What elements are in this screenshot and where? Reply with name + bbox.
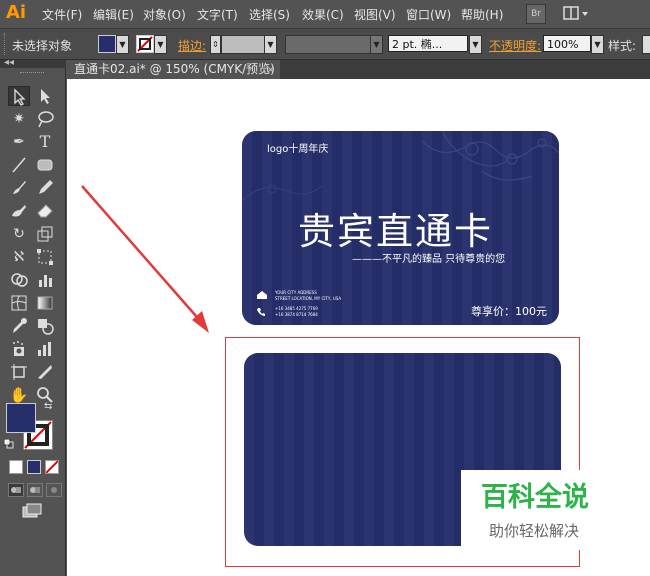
selection-status: 未选择对象 bbox=[12, 39, 73, 53]
close-tab-icon[interactable]: × bbox=[266, 60, 280, 79]
symbol-sprayer-tool[interactable] bbox=[8, 339, 30, 359]
shape-builder-tool[interactable] bbox=[8, 270, 30, 290]
screen-mode-icon bbox=[22, 503, 42, 518]
opacity-label[interactable]: 不透明度: bbox=[489, 37, 541, 54]
document-tab[interactable]: 直通卡02.ai* @ 150% (CMYK/预览) bbox=[66, 60, 280, 79]
annotation-arrow bbox=[81, 185, 209, 333]
variable-width-profile[interactable] bbox=[285, 35, 371, 54]
card-logo-text: logo十周年庆 bbox=[267, 144, 329, 155]
none-mode-button[interactable] bbox=[45, 460, 59, 474]
magic-wand-tool[interactable]: ✷ bbox=[8, 109, 30, 129]
floral-ornament bbox=[421, 131, 559, 181]
menu-bar: Ai 文件(F) 编辑(E) 对象(O) 文字(T) 选择(S) 效果(C) 视… bbox=[0, 0, 650, 29]
color-mode-button[interactable] bbox=[9, 460, 23, 474]
column-graph-tool[interactable] bbox=[34, 339, 56, 359]
fill-dropdown-arrow[interactable]: ▼ bbox=[116, 35, 129, 54]
address-line-1: YOUR CITY ADDRESS bbox=[275, 290, 317, 295]
menu-effect[interactable]: 效果(C) bbox=[302, 6, 344, 23]
lasso-tool[interactable] bbox=[34, 109, 56, 129]
artboard-canvas[interactable]: logo十周年庆 贵宾直通卡 ———不平凡的臻品 只待尊贵的您 YOUR CIT… bbox=[67, 79, 650, 576]
card-title: 贵宾直通卡 bbox=[298, 210, 493, 253]
opacity-field[interactable]: 100% bbox=[543, 35, 591, 52]
fill-color-front[interactable] bbox=[6, 403, 36, 433]
type-tool[interactable]: T bbox=[34, 132, 56, 152]
stroke-swatch[interactable] bbox=[136, 35, 154, 53]
brush-definition-field[interactable]: 2 pt. 椭... bbox=[388, 35, 468, 52]
none-stroke-icon bbox=[137, 36, 153, 52]
mesh-tool[interactable] bbox=[8, 293, 30, 313]
rotate-tool[interactable]: ↻ bbox=[8, 224, 30, 244]
blob-brush-tool[interactable] bbox=[8, 201, 30, 221]
selection-tool[interactable] bbox=[8, 86, 30, 106]
collapse-icon[interactable]: ◂◂ bbox=[4, 57, 14, 68]
bridge-button[interactable]: Br bbox=[526, 4, 546, 24]
scale-tool[interactable] bbox=[34, 224, 56, 244]
draw-inside-icon bbox=[51, 487, 57, 493]
line-tool[interactable] bbox=[8, 155, 30, 175]
menu-edit[interactable]: 编辑(E) bbox=[93, 6, 134, 23]
card-slogan: ———不平凡的臻品 只待尊贵的您 bbox=[352, 254, 506, 265]
draw-inside-button[interactable] bbox=[46, 483, 62, 497]
fill-swatch[interactable] bbox=[98, 35, 116, 53]
draw-behind-button[interactable] bbox=[27, 483, 43, 497]
slice-tool[interactable] bbox=[34, 362, 56, 382]
control-bar: 未选择对象 ▼ ▼ 描边: ⇕ ▼ ▼ 2 pt. 椭... ▼ 不透明度: 1… bbox=[0, 29, 650, 60]
tools-panel-header[interactable]: ◂◂ bbox=[0, 57, 66, 68]
stroke-weight-dropdown[interactable]: ▼ bbox=[264, 35, 277, 54]
rectangle-tool[interactable] bbox=[34, 155, 56, 175]
stroke-weight-field[interactable] bbox=[221, 35, 265, 54]
style-swatch[interactable] bbox=[642, 35, 650, 54]
swap-fill-stroke-icon[interactable]: ⇆ bbox=[44, 401, 52, 412]
app-logo: Ai bbox=[6, 2, 27, 23]
width-tool[interactable]: ℵ bbox=[8, 247, 30, 267]
hand-tool[interactable]: ✋ bbox=[8, 385, 30, 405]
draw-normal-icon bbox=[11, 487, 21, 493]
blend-tool[interactable] bbox=[34, 316, 56, 336]
menu-type[interactable]: 文字(T) bbox=[197, 6, 238, 23]
screen-mode-button[interactable] bbox=[22, 503, 42, 519]
card-front[interactable]: logo十周年庆 贵宾直通卡 ———不平凡的臻品 只待尊贵的您 YOUR CIT… bbox=[242, 131, 559, 325]
watermark: 百科全说 助你轻松解决 bbox=[461, 470, 639, 550]
default-fill-stroke-icon[interactable] bbox=[3, 438, 14, 449]
eyedropper-tool[interactable] bbox=[8, 316, 30, 336]
graph-tool[interactable] bbox=[34, 270, 56, 290]
menu-object[interactable]: 对象(O) bbox=[143, 6, 186, 23]
paintbrush-tool[interactable] bbox=[8, 178, 30, 198]
stroke-weight-stepper[interactable]: ⇕ bbox=[210, 35, 221, 54]
menu-select[interactable]: 选择(S) bbox=[249, 6, 290, 23]
arrange-documents-button[interactable] bbox=[562, 4, 590, 22]
pencil-tool[interactable] bbox=[34, 178, 56, 198]
menu-file[interactable]: 文件(F) bbox=[42, 6, 82, 23]
direct-selection-tool[interactable] bbox=[34, 86, 56, 106]
watermark-subtitle: 助你轻松解决 bbox=[489, 522, 580, 540]
style-label: 样式: bbox=[608, 39, 637, 53]
eraser-tool[interactable] bbox=[34, 201, 56, 221]
menu-view[interactable]: 视图(V) bbox=[354, 6, 396, 23]
opacity-dropdown[interactable]: ▼ bbox=[591, 35, 604, 54]
artboard-tool[interactable] bbox=[8, 362, 30, 382]
stroke-dropdown-arrow[interactable]: ▼ bbox=[154, 35, 167, 54]
pen-tool[interactable]: ✒ bbox=[8, 132, 30, 152]
gradient-tool[interactable] bbox=[34, 293, 56, 313]
menu-window[interactable]: 窗口(W) bbox=[406, 6, 451, 23]
phone-line-1: +16 3485 4275 7769 bbox=[275, 306, 318, 311]
menu-help[interactable]: 帮助(H) bbox=[461, 6, 503, 23]
stroke-label[interactable]: 描边: bbox=[178, 37, 206, 54]
phone-line-2: +16 3874 8714 7684 bbox=[275, 312, 318, 317]
card-price: 尊享价：100元 bbox=[471, 305, 547, 318]
draw-behind-icon bbox=[30, 487, 40, 493]
arrange-documents-icon bbox=[563, 6, 588, 20]
none-icon bbox=[45, 460, 59, 474]
variable-width-dropdown[interactable]: ▼ bbox=[370, 35, 383, 54]
brush-definition-dropdown[interactable]: ▼ bbox=[469, 35, 482, 54]
free-transform-tool[interactable] bbox=[34, 247, 56, 267]
draw-normal-button[interactable] bbox=[8, 483, 24, 497]
gradient-mode-button[interactable] bbox=[27, 460, 41, 474]
watermark-title: 百科全说 bbox=[481, 482, 589, 513]
address-line-2: STREET LOCATION, MY CITY, USA bbox=[275, 296, 342, 301]
